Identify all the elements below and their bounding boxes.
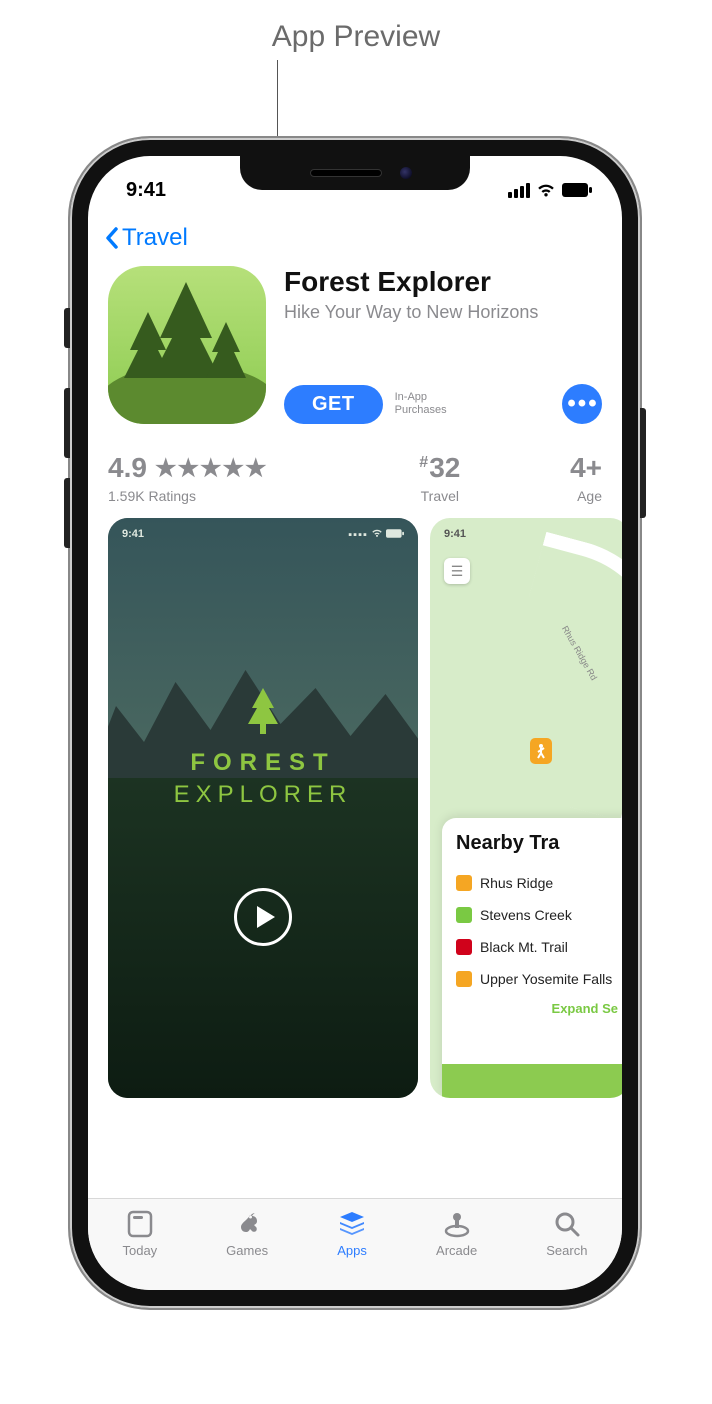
trail-name: Black Mt. Trail [480, 939, 568, 955]
tree-icon [242, 688, 284, 738]
tab-search[interactable]: Search [546, 1209, 587, 1258]
notch [240, 156, 470, 190]
tab-apps[interactable]: Apps [337, 1209, 367, 1258]
rating-count: 1.59K Ratings [108, 488, 348, 504]
cellular-icon [508, 183, 530, 198]
meta-row: 4.9 ★★★★★ 1.59K Ratings #32 Travel 4+ Ag… [88, 440, 622, 514]
difficulty-badge [456, 939, 472, 955]
app-preview-video[interactable]: 9:41 ▪▪▪▪ FOREST EXPLORER [108, 518, 418, 1098]
tab-arcade[interactable]: Arcade [436, 1209, 477, 1258]
rank-label: Travel [421, 488, 459, 504]
more-button[interactable]: ••• [562, 384, 602, 424]
trail-name: Upper Yosemite Falls [480, 971, 612, 987]
callout-label: App Preview [272, 20, 440, 53]
trail-row: Stevens Creek [456, 899, 622, 931]
trail-row: Black Mt. Trail [456, 931, 622, 963]
wifi-icon [536, 182, 556, 198]
expand-link: Expand Se [456, 995, 622, 1016]
hiker-icon [530, 738, 552, 764]
rank-value: 32 [429, 452, 460, 483]
play-icon[interactable] [234, 888, 292, 946]
tab-today[interactable]: Today [122, 1209, 157, 1258]
iap-label: In-AppPurchases [395, 391, 447, 416]
screenshot-gallery[interactable]: 9:41 ▪▪▪▪ FOREST EXPLORER 9:41 ☰ [88, 514, 622, 1098]
difficulty-badge [456, 907, 472, 923]
tab-bar: Today Games Apps Arcade Search [88, 1198, 622, 1290]
age-label: Age [577, 488, 602, 504]
back-button[interactable]: Travel [88, 206, 622, 260]
trail-row: Rhus Ridge [456, 867, 622, 899]
tab-games[interactable]: Games [226, 1209, 268, 1258]
trail-name: Rhus Ridge [480, 875, 553, 891]
battery-icon [562, 183, 592, 197]
phone-frame: 9:41 Travel Forest Explorer [70, 138, 640, 1308]
preview-title-2: EXPLORER [108, 781, 418, 809]
app-title: Forest Explorer [284, 266, 602, 298]
screen: 9:41 Travel Forest Explorer [88, 156, 622, 1290]
menu-icon: ☰ [444, 558, 470, 584]
back-label: Travel [122, 224, 188, 252]
status-icons: ▪▪▪▪ [348, 528, 404, 541]
app-subtitle: Hike Your Way to New Horizons [284, 301, 602, 324]
rating-value: 4.9 [108, 452, 147, 484]
difficulty-badge [456, 971, 472, 987]
difficulty-badge [456, 875, 472, 891]
trail-row: Upper Yosemite Falls [456, 963, 622, 995]
screenshot-2[interactable]: 9:41 ☰ Rhus Ridge Rd Nearby Tra Rhus Rid… [430, 518, 622, 1098]
app-icon[interactable] [108, 266, 266, 424]
trail-name: Stevens Creek [480, 907, 572, 923]
get-button[interactable]: GET [284, 385, 383, 424]
age-value: 4+ [570, 452, 602, 484]
preview-title-1: FOREST [108, 749, 418, 777]
panel-title: Nearby Tra [456, 832, 622, 855]
chevron-left-icon [104, 226, 120, 250]
status-time: 9:41 [126, 179, 166, 202]
star-icons: ★★★★★ [155, 454, 268, 483]
